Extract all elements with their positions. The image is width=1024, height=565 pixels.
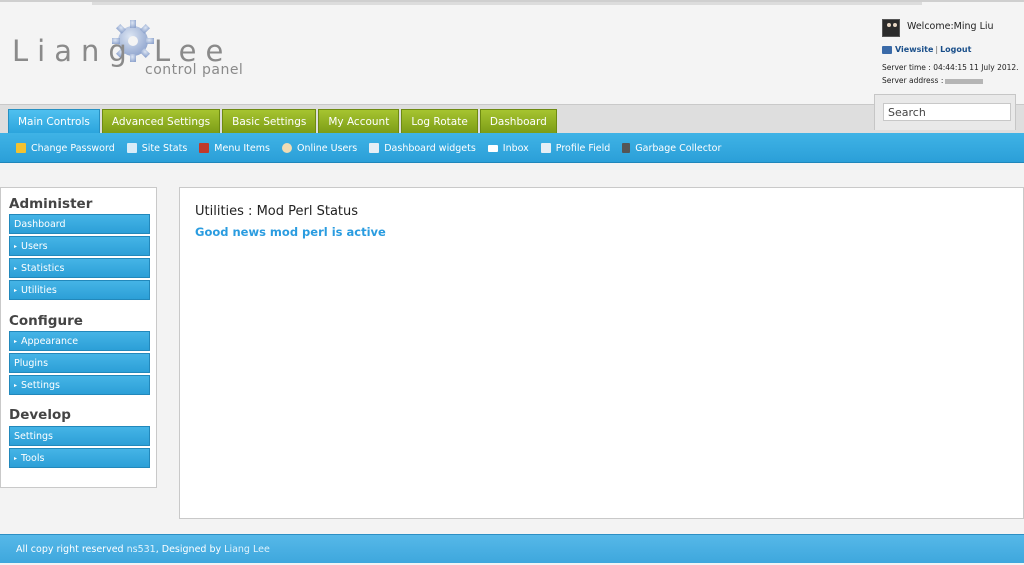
sidebar-item-plugins[interactable]: Plugins [9,353,150,373]
tab-advanced-settings[interactable]: Advanced Settings [101,109,221,134]
footer-site-link[interactable]: ns531 [127,544,156,555]
subnav-label: Online Users [296,142,358,154]
subnav-menu-items[interactable]: Menu Items [199,143,270,154]
sidebar-item-label: Utilities [21,284,57,296]
server-time: Server time : 04:44:15 11 July 2012. [882,63,1019,72]
arrow-right-icon: ▸ [14,454,18,462]
tab-dashboard[interactable]: Dashboard [479,109,557,134]
sidebar-item-utilities[interactable]: ▸ Utilities [9,280,150,300]
section-configure: Configure [9,313,83,329]
sidebar: Administer Dashboard ▸ Users ▸ Statistics … [0,187,157,488]
sidebar-item-label: Appearance [21,335,79,347]
sub-navigation: Change Password Site Stats Menu Items On… [0,133,1024,163]
sidebar-item-users[interactable]: ▸ Users [9,236,150,256]
subnav-label: Menu Items [214,142,270,154]
server-address: Server address : [882,76,984,85]
sidebar-item-label: Plugins [14,357,49,369]
main-tabs: Main Controls Advanced Settings Basic Se… [8,109,557,134]
sidebar-item-label: Users [21,240,48,252]
header: Liang Lee control panel Welcome:Ming Liu… [0,0,1024,104]
menu-icon [199,143,210,153]
sidebar-item-develop-settings[interactable]: Settings [9,426,150,446]
subnav-label: Garbage Collector [635,142,722,154]
sidebar-item-label: Tools [21,452,45,464]
subnav-label: Profile Field [555,142,611,154]
status-message: Good news mod perl is active [195,225,386,239]
footer-middle: , Designed by [155,544,222,555]
widget-icon [369,143,380,153]
sidebar-item-label: Settings [14,430,53,442]
user-icon [281,143,292,153]
site-icon [882,45,892,54]
sidebar-item-statistics[interactable]: ▸ Statistics [9,258,150,278]
sidebar-item-label: Statistics [21,262,65,274]
list-icon [540,143,551,153]
sidebar-item-settings[interactable]: ▸ Settings [9,375,150,395]
section-administer: Administer [9,196,93,212]
sidebar-item-appearance[interactable]: ▸ Appearance [9,331,150,351]
trash-icon [622,143,631,153]
welcome-text: Welcome:Ming Liu [907,21,994,32]
mail-icon [487,144,498,152]
top-divider [92,2,922,5]
link-separator: | [935,45,939,54]
tab-basic-settings[interactable]: Basic Settings [222,109,317,134]
viewsite-link[interactable]: Viewsite [895,45,933,54]
arrow-right-icon: ▸ [14,381,18,389]
subnav-online-users[interactable]: Online Users [281,142,358,154]
search-box [874,94,1016,130]
arrow-right-icon: ▸ [14,337,18,345]
subnav-inbox[interactable]: Inbox [487,142,529,154]
subnav-label: Change Password [31,142,115,154]
monitor-icon [126,143,137,153]
footer-author-link[interactable]: Liang Lee [224,544,270,555]
main-content: Utilities : Mod Perl Status Good news mo… [179,187,1024,519]
arrow-right-icon: ▸ [14,242,18,250]
sidebar-item-tools[interactable]: ▸ Tools [9,448,150,468]
subnav-dashboard-widgets[interactable]: Dashboard widgets [369,143,476,154]
search-input[interactable] [883,103,1011,121]
sidebar-item-label: Dashboard [14,218,66,230]
section-develop: Develop [9,407,71,423]
arrow-right-icon: ▸ [14,286,18,294]
arrow-right-icon: ▸ [14,264,18,272]
tab-my-account[interactable]: My Account [318,109,400,134]
lock-icon [16,143,26,153]
subnav-label: Dashboard widgets [384,142,476,154]
sidebar-item-dashboard[interactable]: Dashboard [9,214,150,234]
avatar [882,19,900,37]
subnav-garbage-collector[interactable]: Garbage Collector [622,143,721,154]
server-address-label: Server address : [882,76,944,85]
subnav-profile-field[interactable]: Profile Field [540,142,611,154]
sidebar-item-label: Settings [21,379,60,391]
footer-text: All copy right reserved ns531, Designed … [16,544,270,555]
footer-prefix: All copy right reserved [16,544,124,555]
server-address-redacted [945,78,984,84]
tab-bar: Main Controls Advanced Settings Basic Se… [0,104,1024,134]
subnav-label: Site Stats [141,142,188,154]
page-title: Utilities : Mod Perl Status [195,204,359,219]
footer: All copy right reserved ns531, Designed … [0,534,1024,563]
tab-main-controls[interactable]: Main Controls [8,109,100,134]
subnav-label: Inbox [502,142,529,154]
user-links: Viewsite | Logout [882,45,971,54]
subnav-site-stats[interactable]: Site Stats [126,142,188,154]
tab-log-rotate[interactable]: Log Rotate [401,109,478,134]
logo-subtitle: control panel [145,62,244,78]
logout-link[interactable]: Logout [940,45,971,54]
subnav-change-password[interactable]: Change Password [16,143,115,154]
logo[interactable]: Liang Lee control panel [12,16,252,86]
